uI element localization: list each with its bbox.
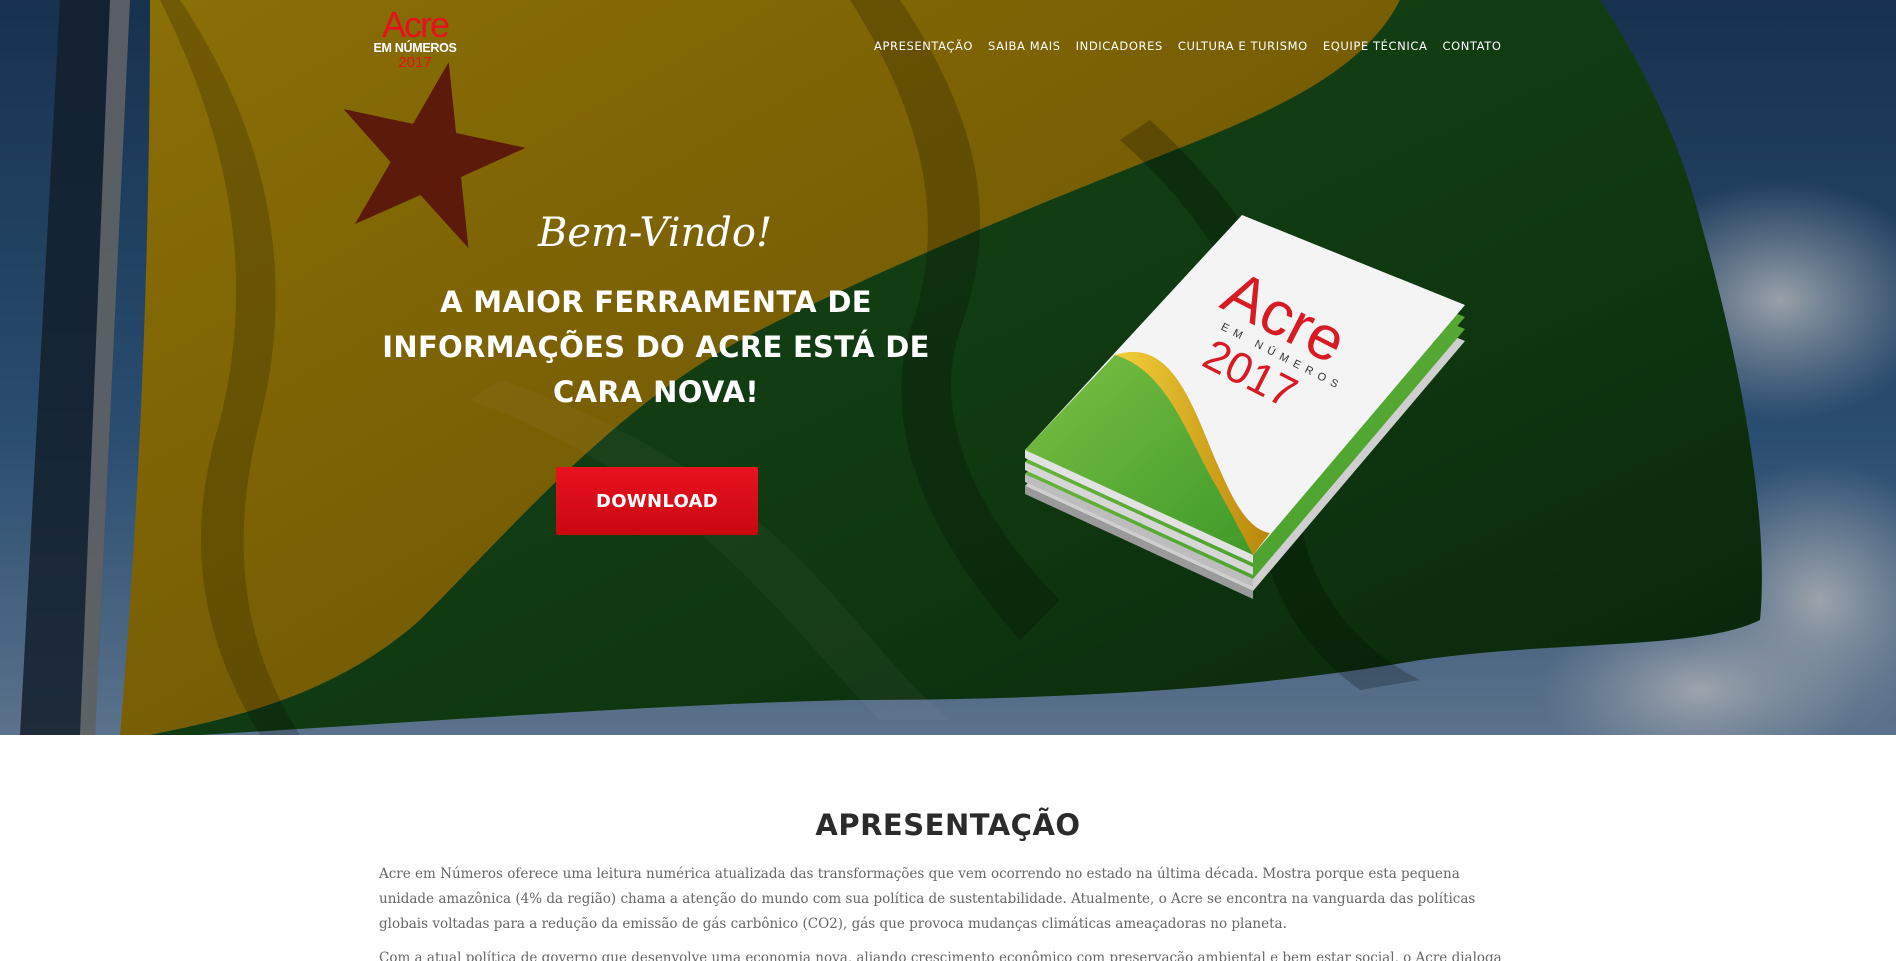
logo-title: Acre [381,4,450,45]
nav-apresentacao[interactable]: APRESENTAÇÃO [874,38,973,54]
hero-headline: A MAIOR FERRAMENTA DE INFORMAÇÕES DO ACR… [370,280,942,415]
nav-equipe-tecnica[interactable]: EQUIPE TÉCNICA [1323,38,1428,54]
section-title-apresentacao: APRESENTAÇÃO [815,808,1081,842]
site-logo[interactable]: Acre EM NÚMEROS 2017 [367,4,463,78]
nav-indicadores[interactable]: INDICADORES [1076,38,1163,54]
logo-year: 2017 [398,54,432,71]
magazine-cover-image: Acre EM NÚMEROS 2017 [1025,215,1465,599]
nav-saiba-mais[interactable]: SAIBA MAIS [988,38,1061,54]
apresentacao-paragraph-1: Acre em Números oferece uma leitura numé… [379,866,1476,932]
hero-headline-line1: A MAIOR FERRAMENTA DE [440,285,872,319]
apresentacao-paragraph-2: Com a atual política de governo que dese… [379,950,1502,961]
main-nav: APRESENTAÇÃO SAIBA MAIS INDICADORES CULT… [874,38,1517,54]
acre-flag-background [0,0,1896,735]
hero-section: Acre EM NÚMEROS 2017 APRESENTAÇÃO SAIBA … [0,0,1896,735]
nav-contato[interactable]: CONTATO [1442,38,1501,54]
download-button[interactable]: DOWNLOAD [556,467,758,535]
welcome-heading: Bem-Vindo! [537,210,773,256]
hero-headline-line3: CARA NOVA! [553,375,759,409]
nav-cultura-turismo[interactable]: CULTURA E TURISMO [1178,38,1308,54]
hero-headline-line2: INFORMAÇÕES DO ACRE ESTÁ DE [382,330,930,364]
